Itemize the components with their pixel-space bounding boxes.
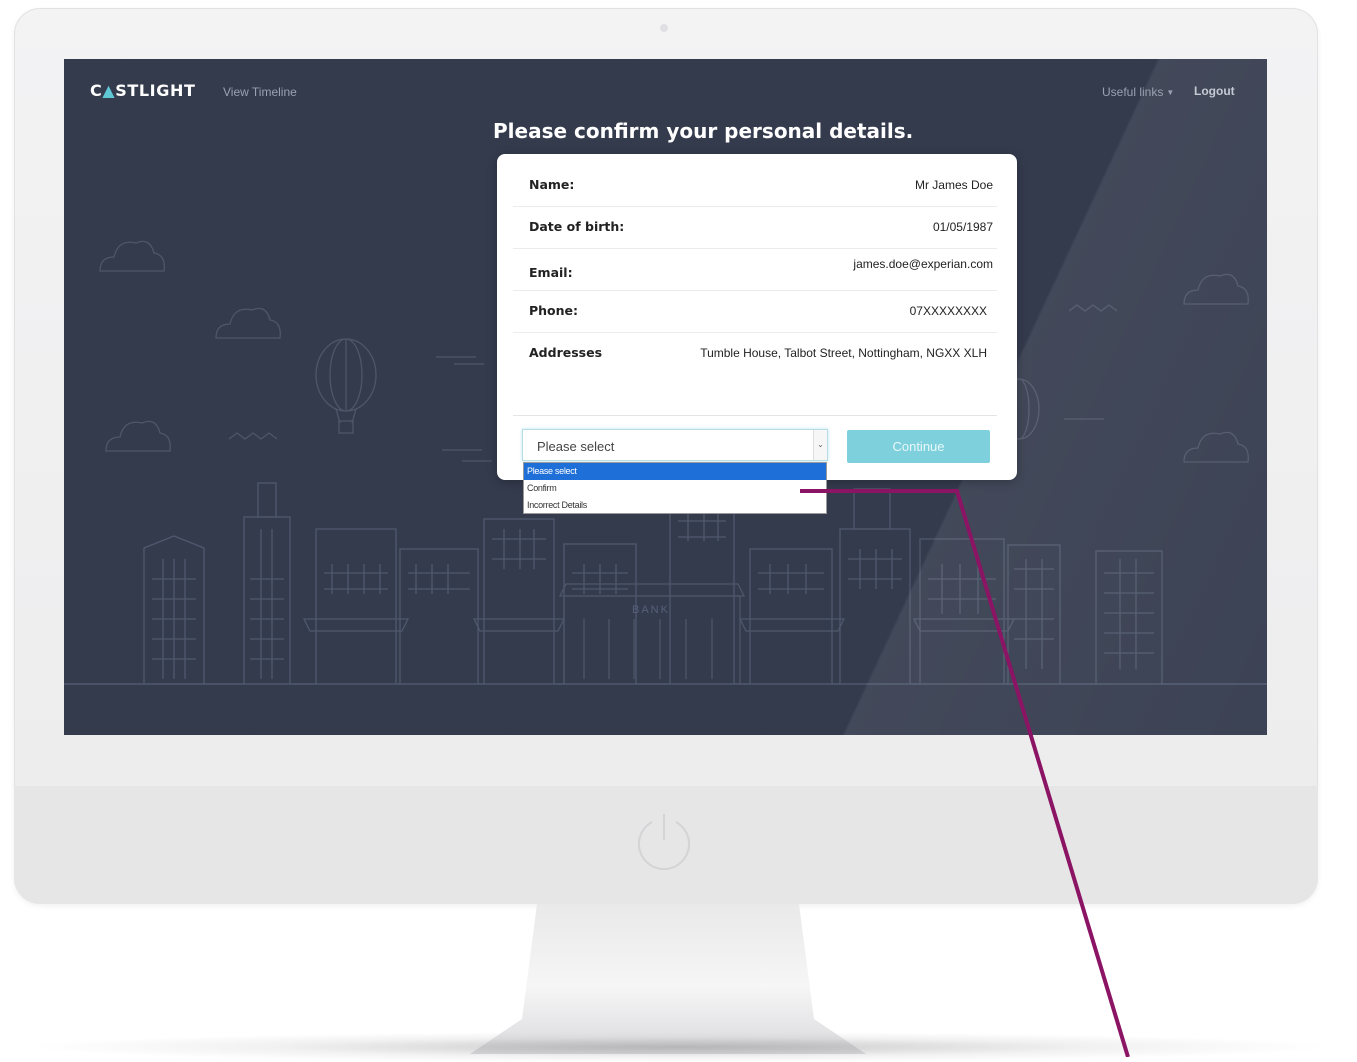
- annotation-pointer-line: [800, 489, 1130, 1057]
